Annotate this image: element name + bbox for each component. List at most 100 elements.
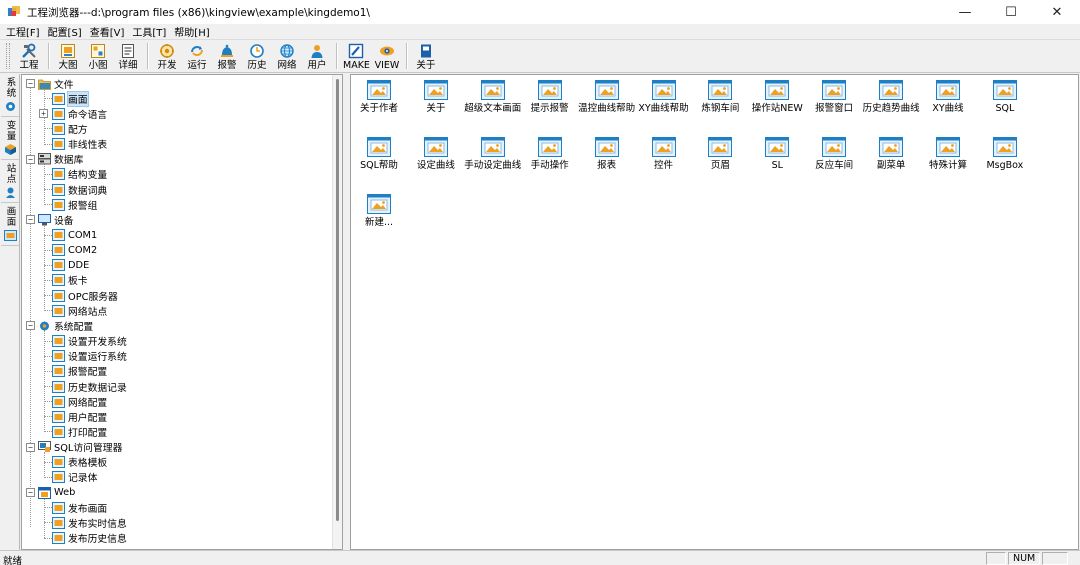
- toolbar-details-button[interactable]: 详细: [113, 40, 143, 72]
- tab-system[interactable]: 系统: [1, 74, 19, 117]
- collapse-toggle[interactable]: −: [26, 321, 35, 331]
- tree-item[interactable]: 画面: [39, 90, 89, 107]
- tree-scrollbar[interactable]: [332, 75, 342, 549]
- tree-item[interactable]: 设置开发系统: [39, 334, 127, 349]
- collapse-toggle[interactable]: −: [26, 488, 35, 498]
- picture-item[interactable]: 操作站NEW: [747, 80, 807, 114]
- toolbar-large-icons-button[interactable]: 大图: [53, 40, 83, 72]
- picture-item[interactable]: 关于作者: [349, 80, 409, 114]
- picture-item[interactable]: MsgBox: [975, 137, 1035, 171]
- picture-item[interactable]: 新建...: [349, 194, 409, 228]
- toolbar-separator: [48, 43, 49, 69]
- tree-group[interactable]: − SQL访问管理器: [26, 440, 122, 455]
- collapse-toggle[interactable]: −: [26, 442, 35, 452]
- toolbar-alarm-button[interactable]: 报警: [212, 40, 242, 72]
- tree-item[interactable]: COM2: [39, 243, 97, 258]
- picture-item[interactable]: 反应车间: [804, 137, 864, 171]
- tree-group[interactable]: − 设备: [26, 212, 74, 227]
- close-button[interactable]: ✕: [1034, 0, 1080, 24]
- minimize-button[interactable]: —: [942, 0, 988, 24]
- project-tree[interactable]: − 文件 画面 + 命令语言 配方 非线性表 − 数据库 结构变量 数据词典 报警组 − 设备 COM1 CO…: [21, 74, 343, 550]
- toolbar-view-button[interactable]: VIEW: [372, 40, 402, 72]
- tree-group[interactable]: − 数据库: [26, 152, 83, 167]
- toolbar-project-button[interactable]: 工程: [14, 40, 44, 72]
- picture-item[interactable]: 温控曲线帮助: [577, 80, 637, 114]
- picture-item[interactable]: 报表: [577, 137, 637, 171]
- toolbar-small-icons-button[interactable]: 小图: [83, 40, 113, 72]
- tree-group[interactable]: − 文件: [26, 76, 74, 91]
- tree-item[interactable]: 打印配置: [39, 424, 107, 439]
- picture-item[interactable]: 特殊计算: [918, 137, 978, 171]
- picture-item-label: SL: [771, 160, 783, 171]
- toolbar-about-button[interactable]: 关于: [411, 40, 441, 72]
- tree-item[interactable]: 发布历史信息: [39, 531, 127, 546]
- tree-item[interactable]: 用户配置: [39, 409, 107, 424]
- tree-item[interactable]: 数据词典: [39, 182, 107, 197]
- tree-item[interactable]: 发布画面: [39, 500, 107, 515]
- tree-group[interactable]: − 系统配置: [26, 318, 93, 333]
- menu-project[interactable]: 工程[F]: [6, 24, 40, 39]
- tab-pictures[interactable]: 画面: [1, 203, 19, 246]
- dde-icon: [52, 259, 65, 272]
- picture-item[interactable]: 提示报警: [520, 80, 580, 114]
- tree-item[interactable]: 结构变量: [39, 167, 107, 182]
- tree-item[interactable]: 板卡: [39, 273, 88, 288]
- tree-item[interactable]: COM1: [39, 228, 97, 243]
- tab-stations[interactable]: 站点: [1, 160, 19, 203]
- picture-item[interactable]: 手动设定曲线: [463, 137, 523, 171]
- picture-item[interactable]: SL: [747, 137, 807, 171]
- toolbar-network-button[interactable]: 网络: [272, 40, 302, 72]
- picture-item[interactable]: 超级文本画面: [463, 80, 523, 114]
- picture-item[interactable]: 历史趋势曲线: [861, 80, 921, 114]
- maximize-button[interactable]: ☐: [988, 0, 1034, 24]
- tree-item[interactable]: 设置运行系统: [39, 349, 127, 364]
- tree-item[interactable]: 网络站点: [39, 303, 107, 318]
- struct-icon: [52, 168, 65, 181]
- tree-item[interactable]: 报警配置: [39, 364, 107, 379]
- tree-item[interactable]: 非线性表: [39, 137, 107, 152]
- tree-item[interactable]: 历史数据记录: [39, 379, 127, 394]
- menu-view[interactable]: 查看[V]: [90, 24, 125, 39]
- picture-item[interactable]: 手动操作: [520, 137, 580, 171]
- menu-help[interactable]: 帮助[H]: [174, 24, 209, 39]
- picture-item[interactable]: 设定曲线: [406, 137, 466, 171]
- toolbar-grip[interactable]: [6, 43, 10, 69]
- tree-item[interactable]: 记录体: [39, 470, 97, 485]
- tree-item[interactable]: 发布实时信息: [39, 515, 127, 530]
- tree-item[interactable]: + 命令语言: [39, 106, 107, 121]
- collapse-toggle[interactable]: −: [26, 154, 35, 164]
- tree-scrollbar-thumb[interactable]: [336, 79, 339, 521]
- picture-item-label: 炼钢车间: [701, 103, 740, 114]
- tree-item[interactable]: 网络配置: [39, 394, 107, 409]
- toolbar-develop-button[interactable]: 开发: [152, 40, 182, 72]
- small-icons-icon: [89, 42, 107, 59]
- tree-group[interactable]: − Web: [26, 485, 75, 500]
- picture-item[interactable]: 控件: [634, 137, 694, 171]
- picture-item[interactable]: SQL帮助: [349, 137, 409, 171]
- toolbar-user-button[interactable]: 用户: [302, 40, 332, 72]
- picture-item[interactable]: XY曲线: [918, 80, 978, 114]
- collapse-toggle[interactable]: −: [26, 215, 35, 225]
- tree-item[interactable]: 报警组: [39, 197, 97, 212]
- menu-tools[interactable]: 工具[T]: [132, 24, 166, 39]
- picture-item[interactable]: SQL: [975, 80, 1035, 114]
- toolbar-run-button[interactable]: 运行: [182, 40, 212, 72]
- toolbar-history-button[interactable]: 历史: [242, 40, 272, 72]
- picture-item[interactable]: 关于: [406, 80, 466, 114]
- develop-icon: [52, 335, 65, 348]
- tree-item[interactable]: OPC服务器: [39, 288, 118, 303]
- menu-config[interactable]: 配置[S]: [48, 24, 82, 39]
- picture-item[interactable]: 副菜单: [861, 137, 921, 171]
- picture-item[interactable]: 报警窗口: [804, 80, 864, 114]
- picture-item[interactable]: 炼钢车间: [690, 80, 750, 114]
- collapse-toggle[interactable]: −: [26, 79, 35, 88]
- picture-item[interactable]: XY曲线帮助: [634, 80, 694, 114]
- tab-variables[interactable]: 变量: [1, 117, 19, 160]
- tree-item[interactable]: 表格模板: [39, 455, 107, 470]
- tree-item[interactable]: 配方: [39, 121, 88, 136]
- tree-item[interactable]: DDE: [39, 258, 89, 273]
- expand-toggle[interactable]: +: [39, 109, 48, 119]
- picture-item[interactable]: 页眉: [690, 137, 750, 171]
- picture-item-label: 新建...: [364, 217, 394, 228]
- toolbar-make-button[interactable]: MAKE: [341, 40, 372, 72]
